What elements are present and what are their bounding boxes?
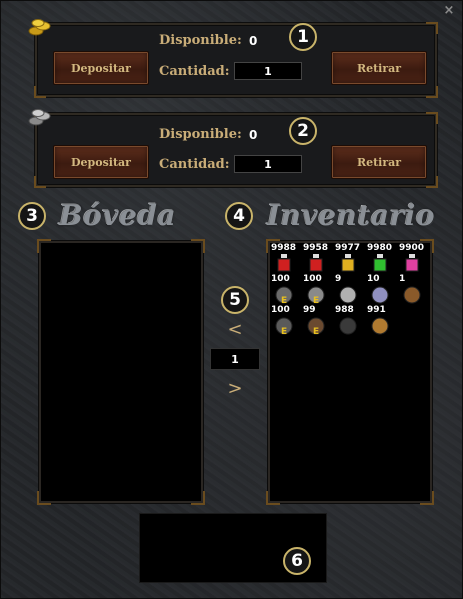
pink-potion-icon bbox=[405, 254, 419, 272]
item-count: 9958 bbox=[303, 243, 329, 253]
barrel-icon bbox=[403, 286, 421, 304]
gold-withdraw-button[interactable]: Retirar bbox=[331, 51, 427, 85]
item-count: 991 bbox=[367, 305, 386, 315]
move-right-arrow[interactable]: > bbox=[225, 378, 245, 399]
callout-badge-4: 4 bbox=[225, 202, 253, 230]
inventory-title: Inventario bbox=[267, 199, 436, 232]
gold-coins-icon bbox=[27, 17, 55, 39]
item-count: 9 bbox=[335, 274, 342, 284]
red-potion-icon bbox=[309, 254, 323, 272]
inventory-slots[interactable]: 9988 9958 9977 9980 9900 100 E 100 E 9 10 1 100 E 99 E 9… bbox=[266, 239, 434, 505]
inventory-item[interactable]: 991 bbox=[367, 305, 399, 338]
roast-chicken-icon bbox=[371, 317, 389, 335]
gold-quantity-input[interactable]: 1 bbox=[234, 62, 302, 80]
silver-deposit-button[interactable]: Depositar bbox=[53, 145, 149, 179]
silver-quantity-input[interactable]: 1 bbox=[234, 155, 302, 173]
gold-available-value: 0 bbox=[249, 34, 258, 48]
vault-title: Bóveda bbox=[59, 199, 177, 232]
callout-badge-1: 1 bbox=[289, 23, 317, 51]
vault-window: × Depositar Disponible: 0 Cantidad: 1 Re… bbox=[0, 0, 463, 599]
silver-panel: Depositar Disponible: 0 Cantidad: 1 Reti… bbox=[28, 109, 438, 188]
inventory-item[interactable]: 1 bbox=[399, 274, 431, 307]
inventory-item[interactable]: 9 bbox=[335, 274, 367, 307]
green-potion-icon bbox=[373, 254, 387, 272]
gold-deposit-button[interactable]: Depositar bbox=[53, 51, 149, 85]
item-count: 9980 bbox=[367, 243, 393, 253]
silver-available-value: 0 bbox=[249, 128, 258, 142]
inventory-item[interactable]: 988 bbox=[335, 305, 367, 338]
inventory-item[interactable]: 100 E bbox=[271, 274, 303, 307]
inventory-item[interactable]: 99 E bbox=[303, 305, 335, 338]
silver-coins-icon bbox=[27, 107, 55, 129]
item-count: 9988 bbox=[271, 243, 297, 253]
gold-panel: Depositar Disponible: 0 Cantidad: 1 Reti… bbox=[28, 19, 438, 98]
inventory-item[interactable]: 9977 bbox=[335, 243, 367, 276]
inventory-item[interactable]: 9980 bbox=[367, 243, 399, 276]
item-count: 1 bbox=[399, 274, 406, 284]
inventory-item[interactable]: 100 E bbox=[303, 274, 335, 307]
inventory-item[interactable]: 9958 bbox=[303, 243, 335, 276]
item-count: 988 bbox=[335, 305, 354, 315]
silver-available-label: Disponible: bbox=[159, 127, 242, 142]
inventory-item[interactable]: 9988 bbox=[271, 243, 303, 276]
item-count: 10 bbox=[367, 274, 380, 284]
bomb-icon bbox=[339, 317, 357, 335]
item-count: 100 bbox=[271, 305, 290, 315]
inventory-item[interactable]: 10 bbox=[367, 274, 399, 307]
move-left-arrow[interactable]: < bbox=[225, 319, 245, 340]
inventory-item[interactable]: 100 E bbox=[271, 305, 303, 338]
silver-withdraw-button[interactable]: Retirar bbox=[331, 145, 427, 179]
shield-icon bbox=[339, 286, 357, 304]
callout-badge-2: 2 bbox=[289, 117, 317, 145]
item-count: 100 bbox=[303, 274, 322, 284]
close-icon[interactable]: × bbox=[442, 4, 456, 18]
red-potion-icon bbox=[277, 254, 291, 272]
equipped-marker: E bbox=[313, 327, 320, 337]
callout-badge-6: 6 bbox=[283, 547, 311, 575]
ring-icon bbox=[371, 286, 389, 304]
transfer-amount-input[interactable]: 1 bbox=[210, 348, 260, 370]
silver-quantity-label: Cantidad: bbox=[159, 157, 230, 172]
gold-quantity-label: Cantidad: bbox=[159, 64, 230, 79]
item-count: 100 bbox=[271, 274, 290, 284]
callout-badge-3: 3 bbox=[18, 202, 46, 230]
yellow-potion-icon bbox=[341, 254, 355, 272]
vault-slots[interactable] bbox=[37, 239, 205, 505]
item-count: 9977 bbox=[335, 243, 361, 253]
item-count: 99 bbox=[303, 305, 316, 315]
callout-badge-5: 5 bbox=[221, 286, 249, 314]
inventory-item[interactable]: 9900 bbox=[399, 243, 431, 276]
gold-available-label: Disponible: bbox=[159, 33, 242, 48]
equipped-marker: E bbox=[281, 327, 288, 337]
item-count: 9900 bbox=[399, 243, 425, 253]
